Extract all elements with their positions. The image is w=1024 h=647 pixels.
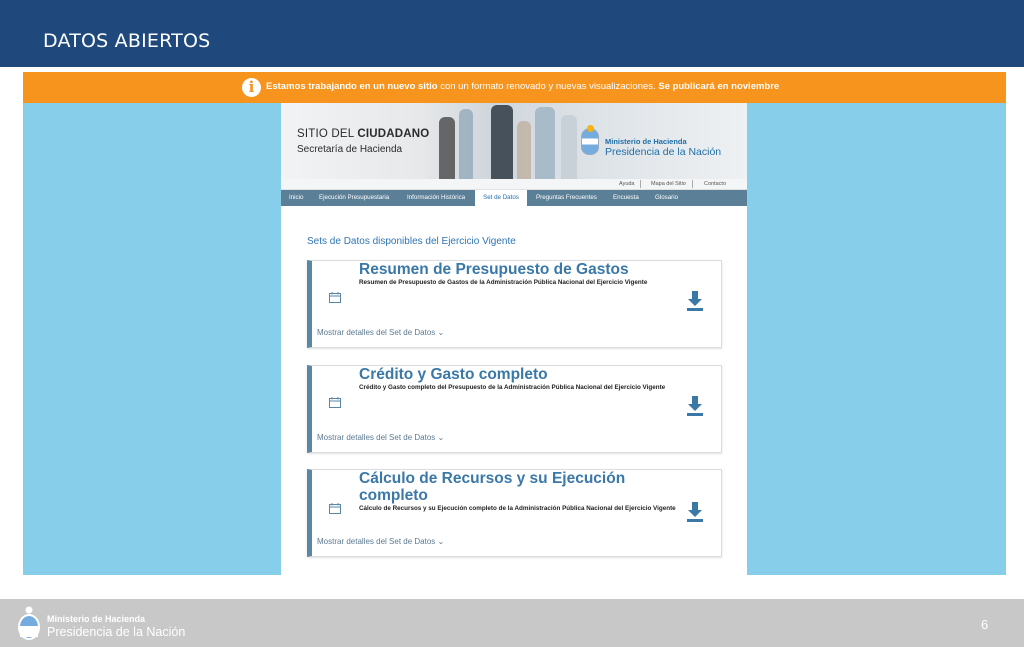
download-icon[interactable] (686, 502, 704, 522)
dataset-description: Cálculo de Recursos y su Ejecución compl… (359, 505, 676, 512)
site-page: SITIO DEL CIUDADANO Secretaría de Hacien… (281, 103, 747, 575)
show-details-link[interactable]: Mostrar detalles del Set de Datos ⌄ (317, 433, 444, 442)
info-icon: i (242, 78, 261, 97)
ministry-name: Ministerio de Hacienda (605, 137, 687, 146)
dataset-card: Crédito y Gasto completo Crédito y Gasto… (307, 365, 722, 453)
dataset-description: Crédito y Gasto completo del Presupuesto… (359, 384, 666, 391)
tab-informacion-historica[interactable]: Información Histórica (400, 190, 472, 206)
presentation-slide: DATOS ABIERTOS i Estamos trabajando en u… (0, 0, 1024, 647)
util-link-contacto[interactable]: Contacto (704, 181, 726, 187)
brand-part-a: SITIO DEL (297, 128, 358, 140)
calendar-icon (329, 503, 341, 514)
footer-ministry: Ministerio de Hacienda (47, 614, 146, 624)
tab-inicio[interactable]: Inicio (281, 190, 311, 206)
notice-text: con un formato renovado y nuevas visuali… (437, 81, 659, 92)
notice-bold-2: Se publicará en noviembre (658, 81, 780, 92)
header-photo (431, 103, 581, 179)
ministry-presidency: Presidencia de la Nación (605, 146, 722, 158)
tab-encuesta[interactable]: Encuesta (607, 190, 645, 206)
main-nav: Inicio Ejecución Presupuestaria Informac… (281, 190, 747, 206)
dataset-title[interactable]: Resumen de Presupuesto de Gastos (359, 261, 659, 278)
slide-title: DATOS ABIERTOS (43, 30, 211, 52)
util-link-mapa[interactable]: Mapa del Sitio (651, 181, 686, 187)
download-icon[interactable] (686, 291, 704, 311)
dataset-description: Resumen de Presupuesto de Gastos de la A… (359, 279, 648, 286)
notice-bold-1: Estamos trabajando en un nuevo sitio (266, 81, 438, 92)
footer-presidency: Presidencia de la Nación (47, 625, 186, 639)
dataset-card: Resumen de Presupuesto de Gastos Resumen… (307, 260, 722, 348)
site-header: SITIO DEL CIUDADANO Secretaría de Hacien… (281, 103, 747, 179)
tab-preguntas-frecuentes[interactable]: Preguntas Frecuentes (529, 190, 604, 206)
dataset-title[interactable]: Crédito y Gasto completo (359, 366, 659, 383)
page-number: 6 (981, 617, 989, 632)
website-screenshot: i Estamos trabajando en un nuevo sitio c… (23, 72, 1006, 575)
download-icon[interactable] (686, 396, 704, 416)
dataset-title[interactable]: Cálculo de Recursos y su Ejecución compl… (359, 470, 659, 504)
util-link-ayuda[interactable]: Ayuda (619, 181, 635, 187)
coat-of-arms-icon (581, 128, 599, 155)
ministry-logo[interactable]: Ministerio de Hacienda Presidencia de la… (581, 125, 741, 160)
site-brand-subtitle: Secretaría de Hacienda (297, 144, 403, 155)
section-title: Sets de Datos disponibles del Ejercicio … (307, 236, 516, 247)
utility-bar: Ayuda Mapa del Sitio Contacto (281, 179, 747, 190)
brand-part-b: CIUDADANO (357, 128, 430, 140)
show-details-link[interactable]: Mostrar detalles del Set de Datos ⌄ (317, 537, 444, 546)
tab-ejecucion-presupuestaria[interactable]: Ejecución Presupuestaria (312, 190, 396, 206)
slide-header: DATOS ABIERTOS (0, 0, 1024, 67)
tab-set-de-datos[interactable]: Set de Datos (475, 190, 527, 206)
sun-icon (587, 125, 594, 132)
notice-banner: i Estamos trabajando en un nuevo sitio c… (23, 72, 1006, 103)
tab-glosario[interactable]: Glosario (649, 190, 684, 206)
site-brand-title[interactable]: SITIO DEL CIUDADANO (297, 128, 429, 140)
slide-footer: Ministerio de Hacienda Presidencia de la… (0, 599, 1024, 647)
calendar-icon (329, 292, 341, 303)
show-details-link[interactable]: Mostrar detalles del Set de Datos ⌄ (317, 328, 444, 337)
util-separator (692, 180, 693, 188)
notice-message: Estamos trabajando en un nuevo sitio con… (266, 81, 779, 92)
util-separator (640, 180, 641, 188)
calendar-icon (329, 397, 341, 408)
dataset-card: Cálculo de Recursos y su Ejecución compl… (307, 469, 722, 557)
coat-of-arms-icon (18, 606, 40, 640)
